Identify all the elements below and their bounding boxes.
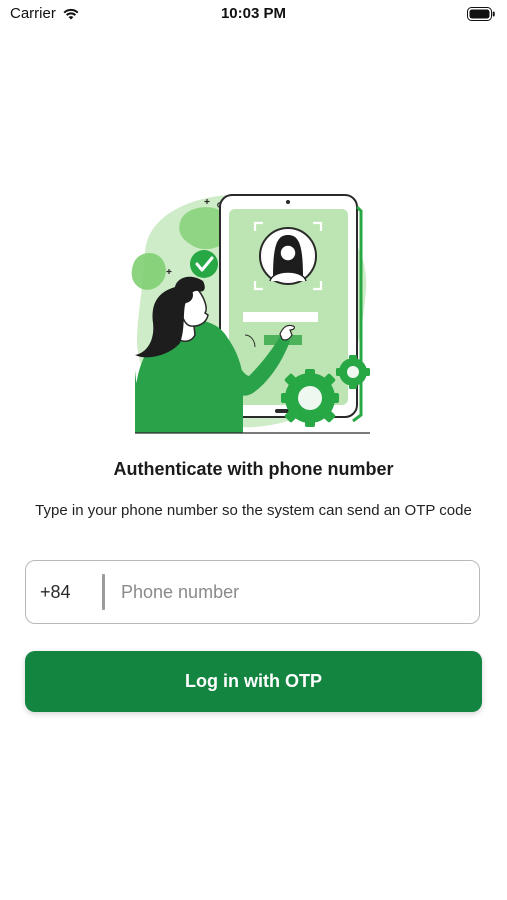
phone-field[interactable]: +84: [25, 560, 480, 624]
status-time: 10:03 PM: [220, 5, 287, 22]
page-title: Authenticate with phone number: [113, 459, 394, 479]
phone-number-input[interactable]: [105, 561, 479, 623]
battery-icon: [467, 7, 495, 21]
country-code-selector[interactable]: +84: [26, 582, 102, 603]
phone-authentication-illustration: [131, 194, 370, 434]
status-bar: Carrier 10:03 PM: [0, 0, 507, 30]
page-subtitle: Type in your phone number so the system …: [35, 502, 472, 519]
login-with-otp-button[interactable]: Log in with OTP: [25, 651, 482, 712]
